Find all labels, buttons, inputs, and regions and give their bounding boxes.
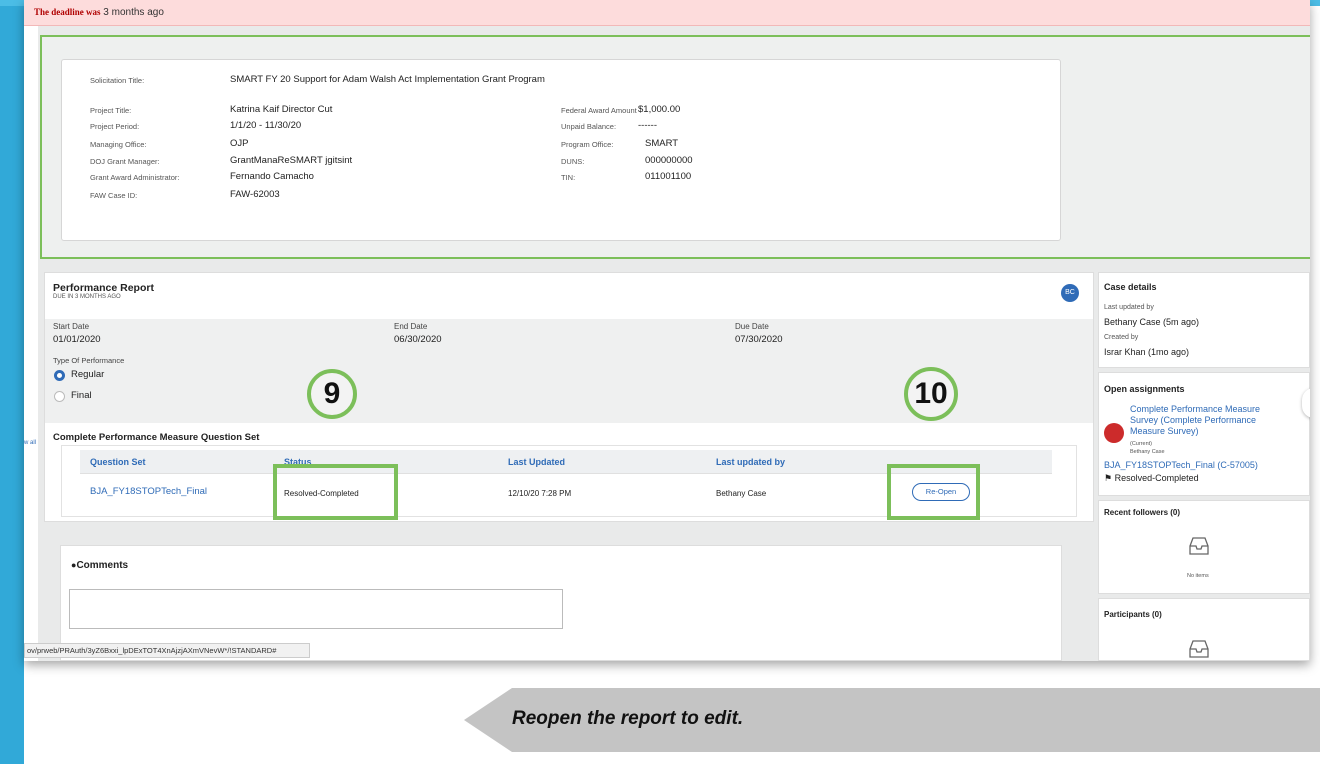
info-label: Project Period: — [90, 122, 140, 131]
info-label: Program Office: — [561, 140, 614, 149]
case-link[interactable]: BJA_FY18STOPTech_Final (C-57005) — [1104, 460, 1258, 470]
start-date-value: 01/01/2020 — [53, 334, 101, 345]
deadline-prefix: The deadline was — [34, 7, 101, 17]
browser-status-bar: ov/prweb/PRAuth/3yZ6Bxxi_lpDExTOT4XnAjzj… — [24, 643, 310, 658]
info-value: ------ — [638, 120, 657, 131]
participants-title: Participants (0) — [1104, 610, 1162, 619]
solicitation-value: SMART FY 20 Support for Adam Walsh Act I… — [230, 74, 545, 85]
info-value: FAW-62003 — [230, 189, 280, 200]
comment-input[interactable] — [69, 589, 563, 629]
report-title: Performance Report — [53, 282, 154, 294]
avatar[interactable]: BC — [1061, 284, 1079, 302]
created-label: Created by — [1104, 334, 1139, 341]
end-date-value: 06/30/2020 — [394, 334, 442, 345]
updated-by-cell: Bethany Case — [716, 489, 767, 498]
assignment-link[interactable]: Complete Performance Measure Survey (Com… — [1130, 404, 1280, 437]
step-10-badge: 10 — [904, 367, 958, 421]
question-set-link[interactable]: BJA_FY18STOPTech_Final — [90, 486, 207, 497]
info-label: DOJ Grant Manager: — [90, 157, 160, 166]
participants-panel: Participants (0) — [1098, 598, 1310, 661]
case-details-title: Case details — [1104, 282, 1157, 292]
app-screenshot: The deadline was 3 months ago w all Soli… — [24, 0, 1310, 661]
flag-icon: ⚑ — [1104, 473, 1115, 483]
due-date-value: 07/30/2020 — [735, 334, 783, 345]
slide-left-edge — [0, 0, 24, 764]
end-date-label: End Date — [394, 322, 428, 331]
no-items-text: No items — [1187, 573, 1209, 579]
start-date-label: Start Date — [53, 322, 90, 331]
due-date-label: Due Date — [735, 322, 769, 331]
info-value: Katrina Kaif Director Cut — [230, 104, 333, 115]
deadline-value: 3 months ago — [103, 7, 164, 18]
empty-inbox-icon — [1189, 640, 1209, 658]
column-header[interactable]: Last Updated — [508, 457, 565, 467]
info-value: 1/1/20 - 11/30/20 — [230, 120, 302, 131]
grant-info-card: Solicitation Title: SMART FY 20 Support … — [61, 59, 1061, 241]
empty-inbox-icon — [1189, 537, 1209, 555]
type-label: Type Of Performance — [53, 356, 125, 365]
assignment-current: (Current) — [1130, 441, 1153, 447]
last-updated-cell: 12/10/20 7:28 PM — [508, 489, 572, 498]
info-value: Fernando Camacho — [230, 171, 314, 182]
created-value: Israr Khan (1mo ago) — [1104, 347, 1190, 357]
instruction-text: Reopen the report to edit. — [512, 708, 744, 729]
info-label: DUNS: — [561, 157, 585, 166]
recent-followers-panel: Recent followers (0) No items — [1098, 500, 1310, 594]
open-assignments-panel: Open assignments Complete Performance Me… — [1098, 372, 1310, 496]
info-value: SMART — [645, 138, 679, 149]
column-header[interactable]: Question Set — [90, 457, 146, 467]
info-label: Federal Award Amount — [561, 106, 637, 115]
assignment-owner: Bethany Case — [1130, 449, 1165, 455]
radio-final[interactable] — [54, 391, 65, 402]
info-value: 000000000 — [645, 155, 693, 166]
info-label: Project Title: — [90, 106, 132, 115]
solicitation-label: Solicitation Title: — [90, 76, 145, 85]
comments-title: ●Comments — [71, 560, 129, 571]
info-value: $1,000.00 — [638, 104, 681, 115]
case-details-panel: Case details Last updated by Bethany Cas… — [1098, 272, 1310, 368]
reopen-highlight-box — [887, 464, 980, 520]
open-assignments-title: Open assignments — [1104, 384, 1185, 394]
question-set-title: Complete Performance Measure Question Se… — [53, 432, 260, 443]
last-updated-value: Bethany Case (5m ago) — [1104, 317, 1200, 327]
left-nav-strip: w all — [24, 26, 38, 661]
info-label: Grant Award Administrator: — [90, 173, 180, 182]
column-header[interactable]: Last updated by — [716, 457, 785, 467]
report-subtitle: DUE IN 3 MONTHS AGO — [53, 294, 121, 300]
radio-regular-label: Regular — [71, 369, 105, 380]
case-status: ⚑ Resolved-Completed — [1104, 473, 1199, 483]
status-highlight-box — [273, 464, 398, 520]
urgent-clock-icon — [1104, 423, 1124, 443]
recent-followers-title: Recent followers (0) — [1104, 508, 1181, 517]
radio-regular[interactable] — [54, 370, 65, 381]
deadline-alert: The deadline was 3 months ago — [24, 0, 1310, 26]
info-value: 011001100 — [645, 171, 692, 182]
radio-final-label: Final — [71, 390, 92, 401]
info-label: FAW Case ID: — [90, 191, 138, 200]
info-value: OJP — [230, 138, 249, 149]
view-all-link[interactable]: w all — [24, 440, 36, 446]
last-updated-label: Last updated by — [1104, 304, 1154, 311]
info-label: Unpaid Balance: — [561, 122, 617, 131]
step-9-badge: 9 — [307, 369, 357, 419]
info-label: Managing Office: — [90, 140, 147, 149]
info-label: TIN: — [561, 173, 576, 182]
info-value: GrantManaReSMART jgitsint — [230, 155, 353, 166]
